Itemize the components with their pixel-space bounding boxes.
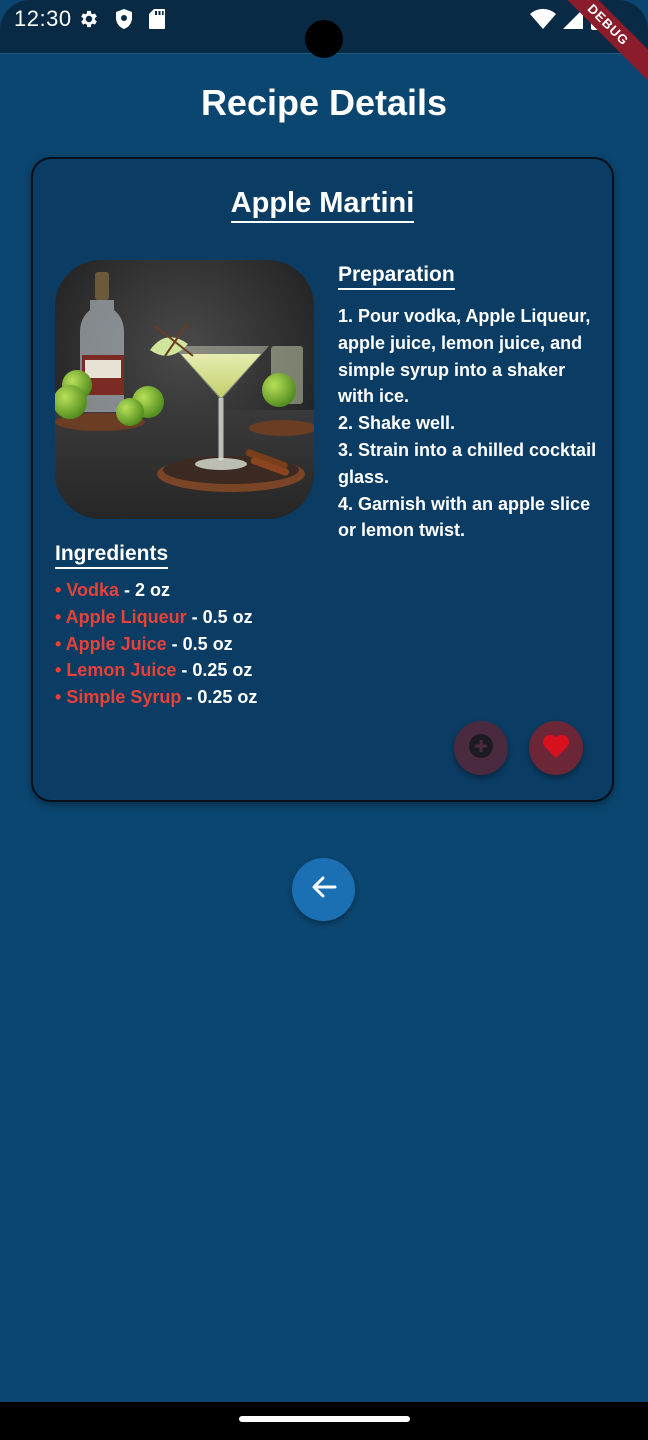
preparation-step: 3. Strain into a chilled cocktail glass. bbox=[338, 439, 597, 487]
back-button[interactable] bbox=[292, 858, 355, 921]
ingredient-amount: - 2 oz bbox=[119, 580, 171, 600]
ingredient-name: Simple Syrup bbox=[66, 687, 182, 708]
preparation-step: 1. Pour vodka, Apple Liqueur, apple juic… bbox=[338, 306, 591, 407]
martini-illustration bbox=[55, 260, 314, 519]
ingredient-bullet: • bbox=[55, 660, 67, 681]
home-indicator[interactable] bbox=[239, 1416, 410, 1422]
shield-icon bbox=[114, 8, 134, 35]
add-to-list-button[interactable] bbox=[454, 721, 508, 775]
arrow-back-icon bbox=[309, 872, 339, 907]
ingredient-item: • Simple Syrup - 0.25 oz bbox=[55, 684, 257, 711]
wifi-icon bbox=[530, 8, 556, 35]
sd-card-icon bbox=[148, 8, 166, 35]
settings-icon bbox=[78, 8, 100, 35]
ingredient-amount: - 0.5 oz bbox=[166, 633, 233, 654]
heart-icon bbox=[542, 733, 570, 764]
ingredient-name: Apple Juice bbox=[65, 633, 167, 654]
ingredient-amount: - 0.25 oz bbox=[181, 687, 258, 708]
ingredient-bullet: • bbox=[55, 606, 66, 627]
preparation-step: 2. Shake well. bbox=[338, 413, 456, 434]
camera-cutout bbox=[305, 20, 343, 58]
preparation-step: 4. Garnish with an apple slice or lemon … bbox=[338, 493, 591, 541]
ingredient-item: • Apple Liqueur - 0.5 oz bbox=[55, 604, 257, 631]
favorite-button[interactable] bbox=[529, 721, 583, 775]
ingredient-item: • Vodka - 2 oz bbox=[55, 577, 257, 604]
recipe-name: Apple Martini bbox=[33, 187, 612, 223]
preparation-steps: 1. Pour vodka, Apple Liqueur, apple juic… bbox=[338, 303, 600, 544]
ingredient-bullet: • bbox=[55, 580, 67, 600]
recipe-name-text: Apple Martini bbox=[230, 187, 415, 223]
ingredient-item: • Lemon Juice - 0.25 oz bbox=[55, 657, 257, 684]
ingredients-heading: Ingredients bbox=[55, 542, 169, 569]
page-title: Recipe Details bbox=[200, 82, 448, 123]
ingredient-amount: - 0.5 oz bbox=[186, 606, 253, 627]
status-time: 12:30 bbox=[14, 6, 72, 31]
add-circle-icon bbox=[468, 733, 494, 764]
ingredient-name: Apple Liqueur bbox=[65, 606, 187, 627]
ingredients-list: • Vodka - 2 oz • Apple Liqueur - 0.5 oz … bbox=[55, 577, 257, 711]
ingredient-amount: - 0.25 oz bbox=[176, 660, 253, 681]
ingredient-bullet: • bbox=[55, 633, 66, 654]
status-icons-left bbox=[78, 8, 166, 35]
preparation-heading: Preparation bbox=[338, 263, 455, 290]
ingredient-bullet: • bbox=[55, 687, 67, 708]
ingredient-name: Lemon Juice bbox=[66, 660, 177, 681]
ingredient-name: Vodka bbox=[66, 580, 119, 600]
recipe-card: Apple Martini Preparation 1. Pour vodka,… bbox=[31, 157, 614, 802]
recipe-photo bbox=[55, 260, 314, 519]
ingredient-item: • Apple Juice - 0.5 oz bbox=[55, 631, 257, 658]
status-bar: 12:30 DEBUG bbox=[0, 0, 648, 90]
